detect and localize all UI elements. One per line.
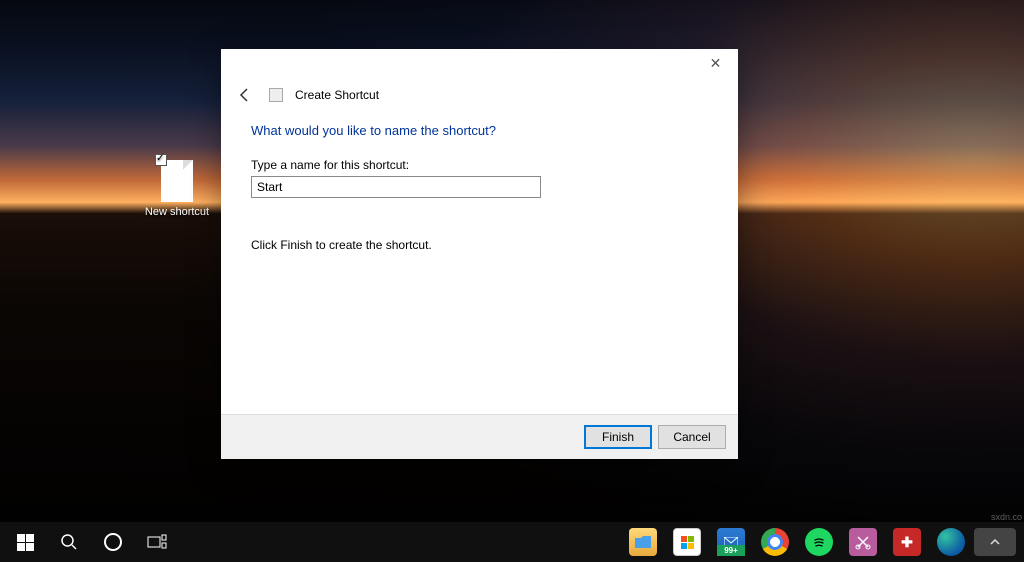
taskbar-app-antivirus[interactable]: ✚ xyxy=(886,522,928,562)
main-instruction: What would you like to name the shortcut… xyxy=(251,123,708,138)
antivirus-icon: ✚ xyxy=(893,528,921,556)
edge-icon xyxy=(937,528,965,556)
cancel-button[interactable]: Cancel xyxy=(658,425,726,449)
shortcut-name-input[interactable] xyxy=(251,176,541,198)
checkbox-overlay-icon xyxy=(155,154,167,166)
dialog-titlebar: ✕ xyxy=(221,49,738,79)
start-button[interactable] xyxy=(4,522,46,562)
field-label: Type a name for this shortcut: xyxy=(251,158,708,172)
shortcut-mini-icon xyxy=(269,88,283,102)
mail-icon: 99+ xyxy=(717,528,745,556)
taskbar: 99+ ✚ xyxy=(0,522,1024,562)
tray-overflow-icon xyxy=(974,528,1016,556)
task-view-button[interactable] xyxy=(136,522,178,562)
dialog-body: What would you like to name the shortcut… xyxy=(221,117,738,414)
microsoft-store-icon xyxy=(673,528,701,556)
chrome-icon xyxy=(761,528,789,556)
close-icon: ✕ xyxy=(710,55,722,72)
create-shortcut-dialog: ✕ Create Shortcut What would you like to… xyxy=(221,49,738,459)
search-button[interactable] xyxy=(48,522,90,562)
helper-text: Click Finish to create the shortcut. xyxy=(251,238,708,252)
dialog-title: Create Shortcut xyxy=(295,88,379,102)
taskbar-app-spotify[interactable] xyxy=(798,522,840,562)
taskbar-app-snip[interactable] xyxy=(842,522,884,562)
desktop-icon-label: New shortcut xyxy=(145,206,209,218)
mail-badge: 99+ xyxy=(717,545,745,556)
watermark: sxdn.co xyxy=(991,512,1022,522)
back-button[interactable] xyxy=(233,83,257,107)
taskbar-tray-overflow[interactable] xyxy=(974,522,1016,562)
task-view-icon xyxy=(145,530,169,554)
search-icon xyxy=(57,530,81,554)
desktop-icon-new-shortcut[interactable]: New shortcut xyxy=(140,160,214,218)
finish-button[interactable]: Finish xyxy=(584,425,652,449)
dialog-footer: Finish Cancel xyxy=(221,414,738,459)
dialog-header: Create Shortcut xyxy=(221,79,738,117)
taskbar-app-chrome[interactable] xyxy=(754,522,796,562)
file-explorer-icon xyxy=(629,528,657,556)
windows-logo-icon xyxy=(13,530,37,554)
taskbar-app-edge[interactable] xyxy=(930,522,972,562)
back-arrow-icon xyxy=(237,87,253,103)
cortana-button[interactable] xyxy=(92,522,134,562)
snipping-tool-icon xyxy=(849,528,877,556)
cortana-icon xyxy=(104,533,122,551)
close-button[interactable]: ✕ xyxy=(693,49,738,77)
spotify-icon xyxy=(805,528,833,556)
taskbar-app-store[interactable] xyxy=(666,522,708,562)
taskbar-app-mail[interactable]: 99+ xyxy=(710,522,752,562)
file-icon xyxy=(161,160,193,202)
taskbar-app-explorer[interactable] xyxy=(622,522,664,562)
